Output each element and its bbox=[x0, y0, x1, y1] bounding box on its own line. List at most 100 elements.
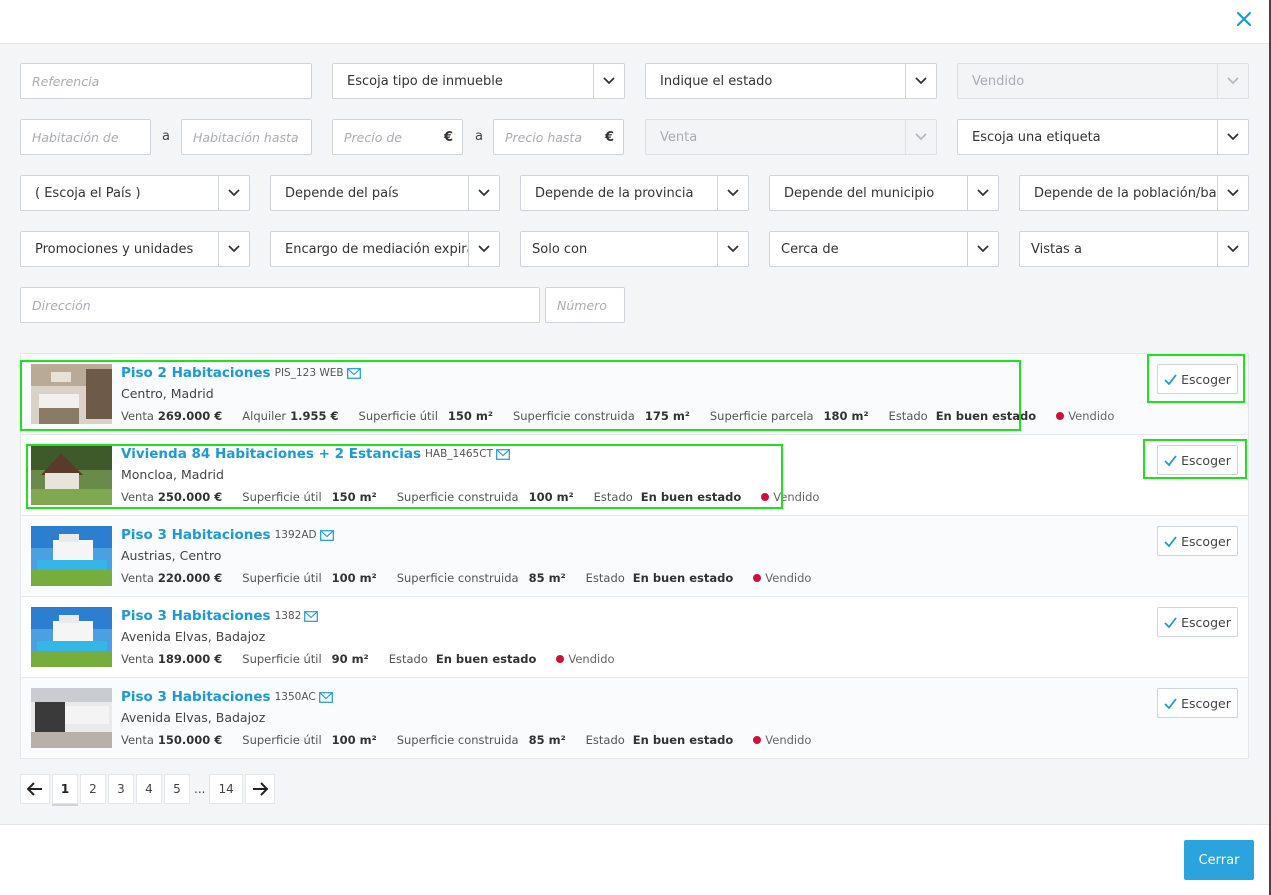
referencia-input[interactable]: Referencia bbox=[20, 63, 312, 99]
modal-body: Referencia Escoja tipo de inmueble Indiq… bbox=[0, 44, 1269, 824]
status-dot bbox=[556, 655, 565, 663]
listing-ref: 1350AC bbox=[274, 691, 316, 703]
listing-meta: Venta 269.000 € Alquiler 1.955 € Superfici… bbox=[121, 409, 1115, 423]
estado-select[interactable]: Indique el estado bbox=[645, 63, 937, 99]
cerca-de-select[interactable]: Cerca de bbox=[769, 231, 999, 267]
status-badge: Vendido bbox=[765, 571, 812, 585]
vistas-select[interactable]: Vistas a bbox=[1019, 231, 1249, 267]
poblacion-select[interactable]: Depende del municipio bbox=[769, 175, 999, 211]
chevron-down-icon bbox=[905, 64, 936, 98]
page-button-1[interactable]: 1 bbox=[52, 774, 78, 804]
precio-de-input[interactable]: Precio de € bbox=[332, 119, 463, 155]
cerrar-button[interactable]: Cerrar bbox=[1184, 840, 1254, 880]
listing-location: Moncloa, Madrid bbox=[121, 467, 224, 482]
listing-location: Avenida Elvas, Badajoz bbox=[121, 629, 266, 644]
provincia-select[interactable]: Depende del país bbox=[270, 175, 500, 211]
chevron-down-icon bbox=[967, 176, 998, 210]
pais-select[interactable]: ( Escoja el País ) bbox=[20, 175, 250, 211]
mail-icon[interactable] bbox=[304, 610, 319, 622]
property-thumbnail bbox=[31, 526, 112, 586]
property-thumbnail bbox=[31, 445, 112, 505]
page-button-5[interactable]: 5 bbox=[164, 774, 190, 804]
check-icon bbox=[1164, 373, 1177, 385]
range-separator: a bbox=[162, 129, 170, 144]
next-page-button[interactable] bbox=[244, 774, 275, 804]
mail-icon[interactable] bbox=[346, 367, 361, 379]
listing-title[interactable]: Piso 3 Habitaciones bbox=[121, 689, 271, 705]
page-button-3[interactable]: 3 bbox=[108, 774, 134, 804]
promociones-select[interactable]: Promociones y unidades bbox=[20, 231, 250, 267]
status-dot bbox=[761, 493, 770, 501]
mail-icon[interactable] bbox=[318, 691, 333, 703]
arrow-right-icon bbox=[252, 782, 268, 796]
numero-input[interactable]: Número bbox=[545, 287, 625, 323]
listing-location: Centro, Madrid bbox=[121, 386, 214, 401]
escoger-button[interactable]: Escoger bbox=[1157, 364, 1238, 394]
encargo-select[interactable]: Encargo de mediación expira en bbox=[270, 231, 500, 267]
chevron-down-icon bbox=[218, 176, 249, 210]
escoger-button[interactable]: Escoger bbox=[1157, 607, 1238, 637]
vendido-select: Vendido bbox=[957, 63, 1249, 99]
euro-suffix: € bbox=[604, 129, 614, 145]
list-item[interactable]: Piso 3 Habitaciones 1350AC Avenida Elvas,… bbox=[21, 678, 1248, 759]
close-icon[interactable] bbox=[1233, 8, 1255, 30]
check-icon bbox=[1164, 535, 1177, 547]
escoger-button[interactable]: Escoger bbox=[1157, 688, 1238, 718]
prev-page-button[interactable] bbox=[20, 774, 50, 804]
list-item[interactable]: Piso 3 Habitaciones 1392AD Austrias, Cent… bbox=[21, 516, 1248, 597]
chevron-down-icon bbox=[1217, 120, 1248, 154]
mail-icon[interactable] bbox=[319, 529, 334, 541]
precio-hasta-input[interactable]: Precio hasta € bbox=[493, 119, 624, 155]
listing-title[interactable]: Piso 2 Habitaciones bbox=[121, 365, 271, 381]
chevron-down-icon bbox=[1217, 176, 1248, 210]
page-button-4[interactable]: 4 bbox=[136, 774, 162, 804]
barrio-select[interactable]: Depende de la población/barrio bbox=[1019, 175, 1249, 211]
tipo-inmueble-select[interactable]: Escoja tipo de inmueble bbox=[332, 63, 625, 99]
listing-meta: Venta 150.000 € Superficie útil 100 m² Sup… bbox=[121, 733, 812, 747]
page-button-2[interactable]: 2 bbox=[80, 774, 106, 804]
list-item[interactable]: Vivienda 84 Habitaciones + 2 Estancias HA… bbox=[21, 435, 1248, 516]
list-item[interactable]: Piso 3 Habitaciones 1382 Avenida Elvas, B… bbox=[21, 597, 1248, 678]
listing-ref: 1382 bbox=[274, 610, 302, 622]
escoger-button[interactable]: Escoger bbox=[1157, 526, 1238, 556]
modal-footer: Cerrar bbox=[0, 824, 1269, 895]
page-button-last[interactable]: 14 bbox=[209, 774, 243, 804]
listing-meta: Venta 250.000 € Superficie útil 150 m² Sup… bbox=[121, 490, 820, 504]
status-dot bbox=[753, 574, 762, 582]
chevron-down-icon bbox=[1217, 232, 1248, 266]
listing-ref: HAB_1465CT bbox=[424, 448, 493, 460]
listing-ref: 1392AD bbox=[274, 529, 317, 541]
habitacion-hasta-input[interactable]: Habitación hasta bbox=[181, 119, 312, 155]
range-separator: a bbox=[475, 129, 483, 144]
list-item[interactable]: Piso 2 Habitaciones PIS_123 WEB Centro, M… bbox=[21, 354, 1248, 435]
check-icon bbox=[1164, 697, 1177, 709]
modal-header bbox=[0, 0, 1269, 44]
mail-icon[interactable] bbox=[496, 448, 510, 460]
municipio-select[interactable]: Depende de la provincia bbox=[520, 175, 749, 211]
listing-title[interactable]: Vivienda 84 Habitaciones + 2 Estancias bbox=[121, 446, 421, 462]
chevron-down-icon bbox=[967, 232, 998, 266]
property-thumbnail bbox=[31, 364, 112, 424]
property-thumbnail bbox=[31, 688, 112, 748]
operacion-select: Venta bbox=[645, 119, 937, 155]
property-thumbnail bbox=[31, 607, 112, 667]
listing-ref: PIS_123 WEB bbox=[274, 367, 344, 379]
check-icon bbox=[1164, 454, 1177, 466]
habitacion-de-input[interactable]: Habitación de bbox=[20, 119, 151, 155]
check-icon bbox=[1164, 616, 1177, 628]
status-badge: Vendido bbox=[773, 490, 820, 504]
listing-title[interactable]: Piso 3 Habitaciones bbox=[121, 608, 271, 624]
pagination: 1 2 3 4 5 ... 14 bbox=[20, 774, 277, 804]
listing-meta: Venta 220.000 € Superficie útil 100 m² Sup… bbox=[121, 571, 812, 585]
page-ellipsis: ... bbox=[194, 782, 206, 796]
etiqueta-select[interactable]: Escoja una etiqueta bbox=[957, 119, 1249, 155]
status-dot bbox=[1056, 412, 1065, 420]
listing-title[interactable]: Piso 3 Habitaciones bbox=[121, 527, 271, 543]
status-badge: Vendido bbox=[568, 652, 615, 666]
arrow-left-icon bbox=[27, 782, 42, 796]
chevron-down-icon bbox=[468, 232, 499, 266]
direccion-input[interactable]: Dirección bbox=[20, 287, 540, 323]
solo-con-select[interactable]: Solo con bbox=[520, 231, 749, 267]
chevron-down-icon bbox=[218, 232, 249, 266]
escoger-button[interactable]: Escoger bbox=[1157, 445, 1238, 475]
